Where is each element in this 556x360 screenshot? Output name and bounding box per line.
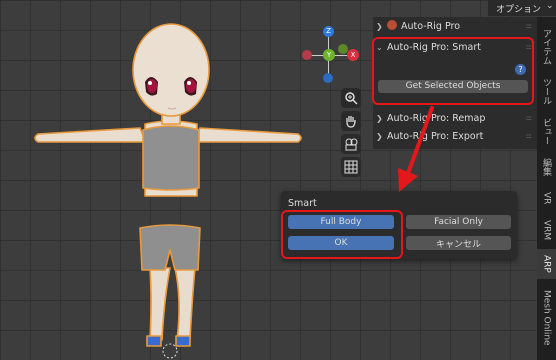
annotation-arrow-icon [398,106,434,192]
